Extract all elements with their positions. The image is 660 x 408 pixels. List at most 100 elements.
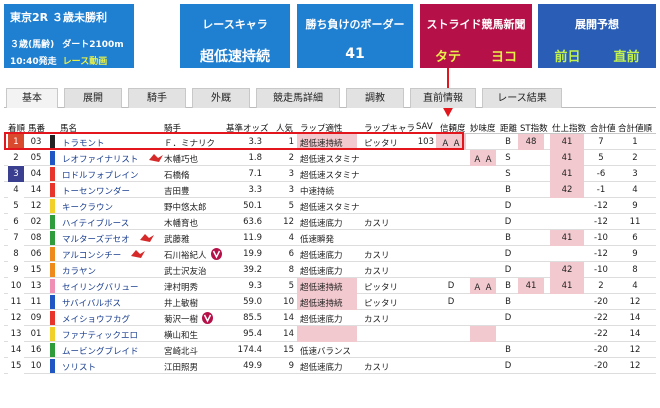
waku-cell: 4 — [8, 182, 24, 198]
horse-name-link[interactable]: カラヤン — [62, 265, 96, 277]
jockey-name: 木幡育也 — [164, 219, 199, 229]
horse-name-link[interactable]: ソリスト — [62, 361, 96, 373]
jockey-name: 菊沢一樹 — [164, 315, 199, 325]
tab-horse-detail[interactable]: 競走馬詳細 — [256, 88, 340, 108]
jockey-name: 木幡巧也 — [164, 155, 199, 165]
jockey-name: 宮崎北斗 — [164, 347, 199, 357]
expect-previous-day-button[interactable]: 前日 — [554, 46, 580, 65]
stride-yoko-button[interactable]: ヨコ — [491, 46, 517, 65]
jockey-name: 津村明秀 — [164, 283, 199, 293]
waku-cell: 5 — [8, 198, 24, 214]
waku-cell: 12 — [8, 310, 24, 326]
lap-aptitude: 超低速底力 — [300, 267, 343, 277]
lap-character: ピッタリ — [364, 299, 399, 309]
jersey-color-strip — [50, 199, 55, 213]
border-label: 勝ち負けのボーダー — [305, 18, 405, 31]
distance-rating: D — [504, 361, 512, 371]
horse-number: 08 — [30, 233, 42, 243]
total-rank: 2 — [632, 153, 638, 163]
table-row[interactable]: 11 11 サバイバルボス 井上敏樹 59.0 10 超低速持続 ピッタリ D B -20 12 — [4, 294, 656, 310]
jersey-color-strip — [50, 279, 55, 293]
distance-rating: B — [505, 345, 511, 355]
table-row[interactable]: 14 16 ムービングブレイド 宮崎北斗 174.4 15 低速バランス B -20 12 — [4, 342, 656, 358]
horse-name-link[interactable]: メイショウフカグ — [62, 313, 130, 325]
lap-aptitude: 超低速底力 — [300, 219, 343, 229]
table-row[interactable]: 2 05 レオファイナリスト 木幡巧也 1.8 2 超低速スタミナ Ａ Ａ S 41 5 2 — [4, 150, 656, 166]
tab-latest-info[interactable]: 直前情報 — [410, 88, 476, 108]
total-rank: 3 — [632, 169, 638, 179]
jersey-color-strip — [50, 151, 55, 165]
base-odds: 39.2 — [243, 265, 262, 275]
table-row[interactable]: 13 01 ファナティックエロ 横山和生 95.4 14 -22 14 — [4, 326, 656, 342]
table-row[interactable]: 8 06 アルコンシチー 石川裕紀人 19.9 6 超低速底力 カスリ D -12 9 — [4, 246, 656, 262]
base-odds: 7.1 — [248, 169, 262, 179]
popularity: 3 — [288, 169, 294, 179]
distance-rating: D — [504, 201, 512, 211]
total-value: -20 — [594, 345, 608, 355]
v-mark-icon — [211, 248, 222, 260]
horse-name-link[interactable]: ロドルフォプレイン — [62, 169, 139, 181]
race-video-link[interactable]: レース動画 — [63, 57, 108, 67]
horse-name-link[interactable]: ムービングブレイド — [62, 345, 139, 357]
jersey-color-strip — [50, 295, 55, 309]
horse-name-link[interactable]: セイリングバリュー — [62, 281, 139, 293]
table-row[interactable]: 10 13 セイリングバリュー 津村明秀 9.3 5 超低速持続 ピッタリ D Ａ Ａ B 41 41 2… — [4, 278, 656, 294]
horse-number: 10 — [30, 361, 42, 371]
popularity: 8 — [288, 265, 294, 275]
expect-label: 展開予想 — [575, 18, 619, 31]
myomi: Ａ Ａ — [473, 155, 493, 165]
horse-name-link[interactable]: アルコンシチー — [62, 249, 121, 261]
total-rank: 14 — [629, 329, 641, 339]
expect-just-before-button[interactable]: 直前 — [613, 46, 639, 65]
table-row[interactable]: 12 09 メイショウフカグ 菊沢一樹 85.5 14 超低速底力 カスリ D -22 14 — [4, 310, 656, 326]
horse-name-link[interactable]: ハイテイブルース — [62, 217, 129, 229]
horse-number: 14 — [30, 185, 42, 195]
table-row[interactable]: 9 15 カラヤン 武士沢友治 39.2 8 超低速底力 カスリ D 42 -10 8 — [4, 262, 656, 278]
horse-number: 11 — [30, 297, 42, 307]
tab-jockey[interactable]: 騎手 — [128, 88, 186, 108]
table-row[interactable]: 5 12 キークラウン 野中悠太郎 50.1 5 超低速スタミナ D -12 9 — [4, 198, 656, 214]
jersey-color-strip — [50, 183, 55, 197]
popularity: 3 — [288, 185, 294, 195]
horse-name-link[interactable]: キークラウン — [62, 201, 113, 213]
total-value: -20 — [594, 297, 608, 307]
base-odds: 9.3 — [248, 281, 262, 291]
total-value: 2 — [598, 281, 604, 291]
header-distance: 距離 — [500, 124, 518, 134]
horse-name-link[interactable]: マルターズデセオ — [62, 233, 130, 245]
base-odds: 50.1 — [243, 201, 262, 211]
base-odds: 19.9 — [243, 249, 262, 259]
stride-tate-button[interactable]: タテ — [435, 46, 461, 65]
horse-name-link[interactable]: サバイバルボス — [62, 297, 121, 309]
distance-rating: B — [505, 137, 511, 147]
horse-name-link[interactable]: トーセンワンダー — [62, 185, 130, 197]
table-row[interactable]: 7 08 マルターズデセオ 武藤雅 11.9 4 低速瞬発 B 41 -10 6 — [4, 230, 656, 246]
total-value: -10 — [594, 233, 608, 243]
reliability: D — [447, 297, 455, 307]
table-row[interactable]: 6 02 ハイテイブルース 木幡育也 63.6 12 超低速底力 カスリ D -12 11 — [4, 214, 656, 230]
horse-number: 05 — [30, 153, 42, 163]
tab-race-result[interactable]: レース結果 — [482, 88, 562, 108]
total-value: -10 — [594, 265, 608, 275]
base-odds: 3.3 — [248, 185, 262, 195]
total-rank: 12 — [629, 361, 641, 371]
distance-rating: D — [504, 217, 512, 227]
tab-basic[interactable]: 基本 — [6, 88, 58, 108]
table-row[interactable]: 4 14 トーセンワンダー 吉田豊 3.3 3 中速持続 B 42 -1 4 — [4, 182, 656, 198]
table-row[interactable]: 15 10 ソリスト 江田照男 49.9 9 超低速底力 カスリ D -20 12 — [4, 358, 656, 374]
jersey-color-strip — [50, 247, 55, 261]
horse-table: 着順 馬番 馬名 騎手 基準オッズ 人気 ラップ適性 ラップキャラ SAV 信頼… — [4, 118, 656, 374]
distance-rating: B — [505, 297, 511, 307]
horse-name-link[interactable]: ファナティックエロ — [62, 329, 138, 341]
jockey-name: 吉田豊 — [164, 187, 190, 197]
base-odds: 11.9 — [243, 233, 262, 243]
waku-cell: 8 — [8, 246, 24, 262]
tab-training[interactable]: 調教 — [346, 88, 404, 108]
jersey-color-strip — [50, 263, 55, 277]
tab-gaikyu[interactable]: 外厩 — [192, 88, 250, 108]
lap-character: カスリ — [364, 251, 390, 261]
table-row[interactable]: 3 04 ロドルフォプレイン 石橋脩 7.1 3 超低速スタミナ S 41 -6 3 — [4, 166, 656, 182]
tab-tenkai[interactable]: 展開 — [64, 88, 122, 108]
total-value: -12 — [594, 217, 608, 227]
horse-name-link[interactable]: レオファイナリスト — [62, 153, 138, 165]
